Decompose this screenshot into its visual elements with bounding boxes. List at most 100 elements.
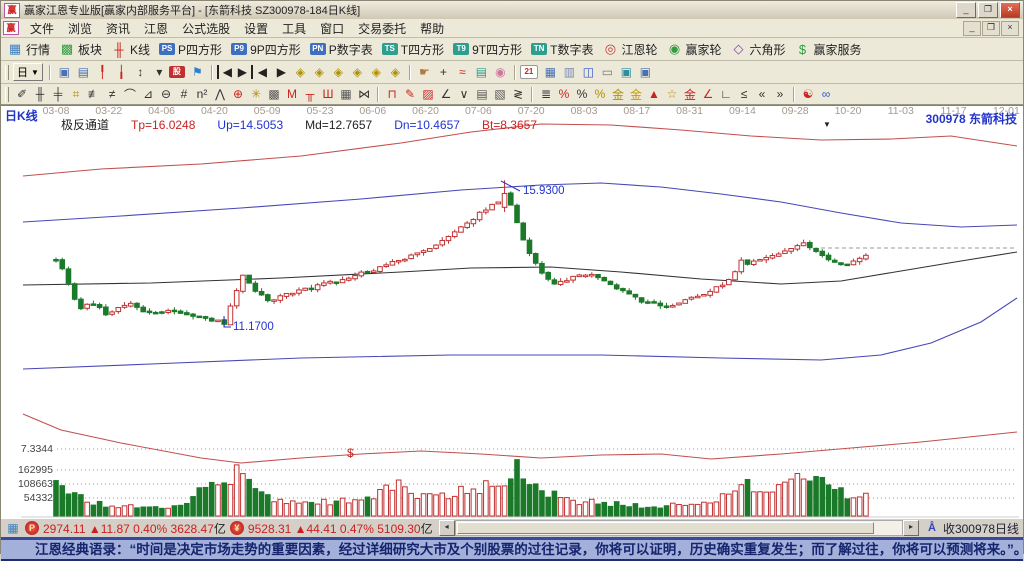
red-box-icon[interactable]: ⊓ [383,87,401,101]
zoom-window-icon[interactable]: ▣ [55,65,74,79]
gtlt-icon[interactable]: ≷ [509,87,527,101]
lines-icon[interactable]: ≣ [537,87,555,101]
lte-icon[interactable]: ≤ [735,87,753,101]
right-angle-icon[interactable]: ∟ [717,87,735,101]
wave-m-icon[interactable]: M [283,87,301,101]
scroll-track[interactable] [455,520,903,536]
menu-item-2[interactable]: 资讯 [99,21,137,37]
mdi-close-button[interactable]: × [1001,21,1019,36]
bowtie-icon[interactable]: ⋈ [355,87,373,101]
band-tool-icon[interactable]: ▤ [472,65,491,79]
t-table-button[interactable]: TNT数字表 [531,41,593,58]
triple-pillar-icon[interactable]: Ш [319,87,337,101]
pillar-icon[interactable]: ╥ [301,87,319,101]
horizontal-scrollbar[interactable]: ◂▸ [439,521,919,535]
grid-box-icon[interactable]: ▦ [337,87,355,101]
infinity-icon[interactable]: ∞ [817,87,835,101]
menu-item-5[interactable]: 设置 [237,21,275,37]
shade-box-icon[interactable]: ▩ [265,87,283,101]
square-n2-icon[interactable]: n² [193,87,211,101]
menu-item-8[interactable]: 交易委托 [351,21,413,37]
kline-down-icon[interactable]: ╽ [112,65,131,79]
gann-box-icon[interactable]: ╪ [49,87,67,101]
info-panel-icon[interactable]: ▤ [74,65,93,79]
arrow-up-icon[interactable]: ▲ [645,87,663,101]
hand-tool-icon[interactable]: ☛ [415,65,434,79]
angle-red-icon[interactable]: ∠ [699,87,717,101]
menu-item-3[interactable]: 江恩 [137,21,175,37]
gann-diamond-1-icon[interactable]: ◈ [291,65,310,79]
hline-icon[interactable]: ≠ [103,87,121,101]
minimize-button[interactable]: _ [956,2,976,18]
grid-icon[interactable]: ▦ [5,521,21,535]
first-bar-icon[interactable]: ◀ [217,65,235,79]
starburst-icon[interactable]: ✳ [247,87,265,101]
fan-icon[interactable]: ⋀ [211,87,229,101]
last-bar-icon[interactable]: ▶ [235,65,253,79]
guillemet-left-icon[interactable]: « [753,87,771,101]
printer-icon[interactable]: ▭ [598,65,617,79]
toolbar-grip[interactable] [5,65,9,80]
remote-pc-1-icon[interactable]: ▣ [617,65,636,79]
pencil-tool-icon[interactable]: ✐ [13,87,31,101]
gann-diamond-4-icon[interactable]: ◈ [348,65,367,79]
calendar-icon[interactable]: 21 [520,65,538,79]
rows-icon[interactable]: ▤ [473,87,491,101]
calculator-icon[interactable]: ▦ [541,65,560,79]
next-bar-icon[interactable]: ▶ [272,65,291,79]
guillemet-right-icon[interactable]: » [771,87,789,101]
triangle-icon[interactable]: ⊿ [139,87,157,101]
p-square-button[interactable]: PSP四方形 [159,41,222,58]
menu-item-0[interactable]: 文件 [23,21,61,37]
gold-level-icon[interactable]: 金 [627,86,645,103]
gann-grid-icon[interactable]: ╫ [31,87,49,101]
gann-circle-icon[interactable]: ⊕ [229,87,247,101]
winner-service-button[interactable]: $赢家服务 [795,41,862,58]
gann-diamond-2-icon[interactable]: ◈ [310,65,329,79]
winner-wheel-button[interactable]: ◉赢家轮 [666,41,721,58]
quotes-button[interactable]: ▦行情 [7,41,50,58]
yinyang-icon[interactable]: ☯ [799,87,817,101]
flag-icon[interactable]: ⚑ [188,65,207,79]
star-icon[interactable]: ☆ [663,87,681,101]
p-table-button[interactable]: PNP数字表 [310,41,373,58]
channel-icon[interactable]: ≢ [85,87,103,101]
close-button[interactable]: × [1000,2,1020,18]
kline-up-icon[interactable]: ╿ [93,65,112,79]
save-icon[interactable]: ◫ [579,65,598,79]
scroll-thumb[interactable] [457,522,874,534]
wave-tool-icon[interactable]: ≈ [453,65,472,79]
menu-item-6[interactable]: 工具 [275,21,313,37]
toolbar-grip[interactable] [5,87,9,102]
menu-item-7[interactable]: 窗口 [313,21,351,37]
percent-icon[interactable]: % [573,87,591,101]
scroll-left-arrow[interactable]: ◂ [439,520,455,536]
gold-grid-icon[interactable]: ⌗ [67,87,85,102]
menu-item-1[interactable]: 浏览 [61,21,99,37]
diag-shade-icon[interactable]: ▧ [491,87,509,101]
red-pen-icon[interactable]: ✎ [401,87,419,101]
hash-tool-icon[interactable]: # [175,87,193,101]
stock-badge-icon[interactable]: 股 [169,66,185,78]
arc-icon[interactable]: ⌒ [121,86,139,103]
crosshair-icon[interactable]: + [434,65,453,79]
gold-red-icon[interactable]: 金 [681,86,699,103]
t9-square-button[interactable]: T99T四方形 [453,41,522,58]
report-icon[interactable]: ▥ [560,65,579,79]
sectors-button[interactable]: ▩板块 [59,41,102,58]
gann-diamond-6-icon[interactable]: ◈ [386,65,405,79]
circle-tool-icon[interactable]: ⊖ [157,87,175,101]
maximize-button[interactable]: ❐ [978,2,998,18]
scale-icon[interactable]: ↕ [131,65,150,79]
mdi-minimize-button[interactable]: _ [963,21,981,36]
gann-wheel-button[interactable]: ◎江恩轮 [602,41,657,58]
prev-bar-icon[interactable]: ◀ [253,65,272,79]
scroll-right-arrow[interactable]: ▸ [903,520,919,536]
percent-gold-icon[interactable]: % [591,87,609,101]
percent-red-icon[interactable]: % [555,87,573,101]
period-dropdown-icon[interactable]: ▼ [31,68,39,77]
scale-menu-icon[interactable]: ▾ [150,65,169,79]
chart-panel[interactable]: 江恩工具软件 QQ:100800360 赢家聊吧 财赢 03-0803-2204… [1,105,1023,518]
remote-pc-2-icon[interactable]: ▣ [636,65,655,79]
p9-square-button[interactable]: P99P四方形 [231,41,301,58]
